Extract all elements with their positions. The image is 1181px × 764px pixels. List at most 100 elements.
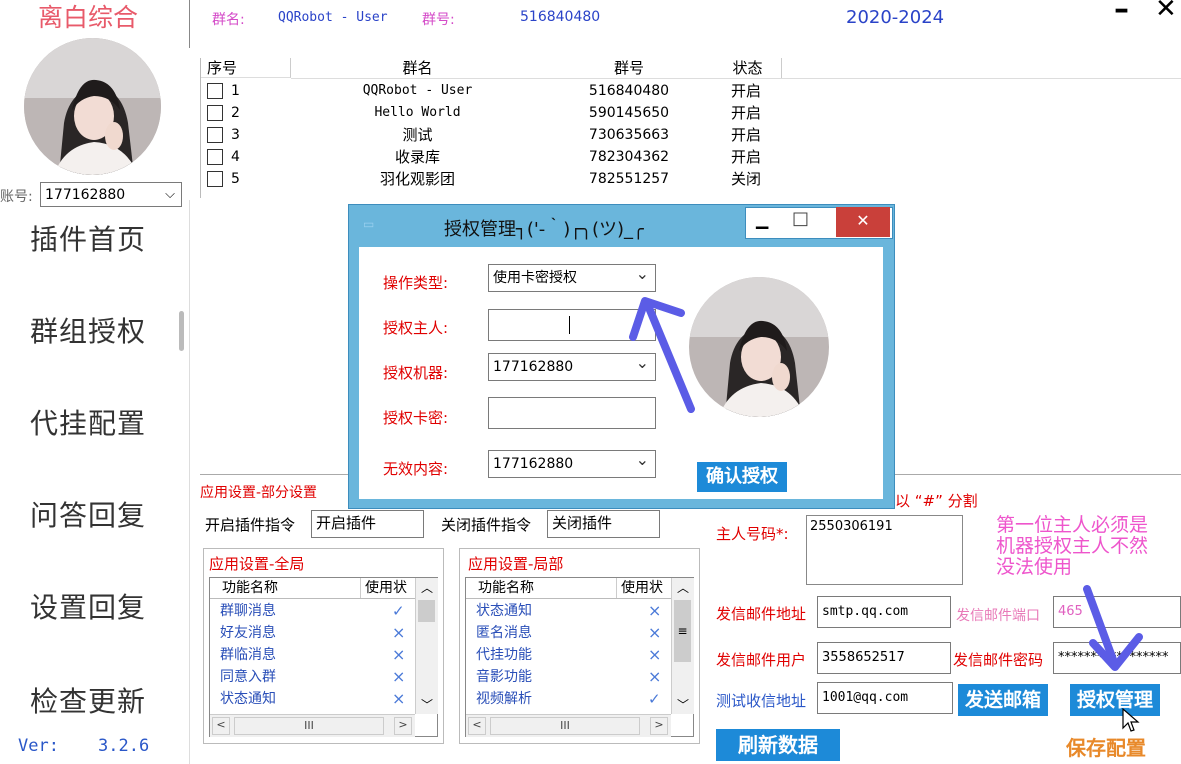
- scroll-thumb-h[interactable]: III: [490, 717, 640, 735]
- list-item[interactable]: 同意入群 ×: [220, 666, 410, 688]
- row-index: 4: [231, 149, 240, 165]
- sender-user-label: 发信邮件用户: [716, 651, 807, 669]
- list-item[interactable]: 匿名消息 ×: [476, 622, 666, 644]
- sender-address-input[interactable]: smtp.qq.com: [817, 596, 951, 628]
- nav-group-auth[interactable]: 群组授权: [30, 310, 180, 350]
- list-item-name: 代挂功能: [476, 647, 532, 663]
- close-button[interactable]: ✕: [1155, 0, 1177, 24]
- test-address-label: 测试收信地址: [716, 692, 807, 710]
- text-caret: [569, 316, 570, 334]
- nav-check-update[interactable]: 检查更新: [30, 680, 180, 720]
- list-item[interactable]: 群聊消息 ✓: [220, 600, 410, 622]
- enable-cmd-input[interactable]: 开启插件: [311, 510, 424, 538]
- auth-card-label: 授权卡密:: [383, 409, 449, 427]
- list-item[interactable]: 状态通知 ×: [476, 600, 666, 622]
- list-item[interactable]: 音影功能 ×: [476, 666, 666, 688]
- mouse-cursor-icon: [1121, 707, 1141, 732]
- chevron-down-icon[interactable]: ﹀: [677, 696, 689, 713]
- row-checkbox[interactable]: [207, 127, 223, 143]
- local-settings-list[interactable]: 功能名称 使用状 状态通知 × 匿名消息 × 代挂功能 × 音影功能 × 视频解…: [465, 577, 694, 737]
- local-settings-group: 应用设置-局部 功能名称 使用状 状态通知 × 匿名消息 × 代挂功能 × 音影…: [459, 548, 700, 744]
- table-row[interactable]: 3 测试 730635663 开启: [201, 124, 801, 146]
- global-settings-list[interactable]: 功能名称 使用状 群聊消息 ✓ 好友消息 × 群临消息 × 同意入群 × 状态通…: [209, 577, 438, 737]
- year-range: 2020-2024: [846, 7, 945, 28]
- group-table: 序号 群名 群号 状态 1 QQRobot - User 516840480 开…: [200, 58, 1181, 198]
- scroll-right-button[interactable]: >: [650, 717, 668, 735]
- minimize-button[interactable]: –: [1114, 0, 1129, 27]
- send-mail-button[interactable]: 发送邮箱: [958, 684, 1048, 716]
- chevron-down-icon[interactable]: ﹀: [421, 696, 433, 713]
- row-checkbox[interactable]: [207, 171, 223, 187]
- col-header-id[interactable]: 群号: [544, 58, 715, 79]
- disable-cmd-value: 关闭插件: [552, 514, 613, 532]
- op-type-select[interactable]: 使用卡密授权: [488, 261, 656, 292]
- horizontal-scrollbar[interactable]: < III >: [210, 714, 415, 737]
- list-item[interactable]: 状态通知 ×: [220, 688, 410, 710]
- nav-plugin-home[interactable]: 插件首页: [30, 218, 180, 258]
- table-row[interactable]: 2 Hello World 590145650 开启: [201, 102, 801, 124]
- nav-qa-reply[interactable]: 问答回复: [30, 494, 180, 534]
- list-item[interactable]: 代挂功能 ×: [476, 644, 666, 666]
- owner-number-label: 主人号码*:: [716, 525, 789, 543]
- list-item-name: 状态通知: [220, 691, 276, 707]
- owner-number-textarea[interactable]: 2550306191: [806, 515, 963, 585]
- sender-user-input[interactable]: 3558652517: [817, 642, 951, 674]
- scroll-thumb[interactable]: ≡: [674, 600, 691, 662]
- cross-icon: ×: [648, 645, 662, 664]
- account-select[interactable]: 177162880 ⌵: [40, 182, 182, 207]
- split-hint: 以 “#” 分割: [895, 492, 978, 510]
- scroll-thumb-h[interactable]: III: [234, 717, 384, 735]
- auth-robot-value: 177162880: [493, 359, 574, 375]
- row-checkbox[interactable]: [207, 149, 223, 165]
- confirm-auth-button[interactable]: 确认授权: [697, 462, 787, 492]
- dialog-minimize-button[interactable]: ▁: [756, 210, 768, 229]
- avatar-image: [24, 38, 161, 175]
- list-item[interactable]: 群临消息 ×: [220, 644, 410, 666]
- dialog-close-button[interactable]: ✕: [836, 207, 890, 237]
- table-row[interactable]: 5 羽化观影团 782551257 关闭: [201, 168, 801, 190]
- scroll-thumb[interactable]: [418, 600, 435, 622]
- nav-settings-reply[interactable]: 设置回复: [30, 586, 180, 626]
- table-row[interactable]: 4 收录库 782304362 开启: [201, 146, 801, 168]
- row-status: 开启: [731, 82, 762, 100]
- row-status: 开启: [731, 126, 762, 144]
- scroll-left-button[interactable]: <: [212, 717, 230, 735]
- row-group-id: 730635663: [588, 127, 670, 143]
- cross-icon: ×: [648, 601, 662, 620]
- row-checkbox[interactable]: [207, 105, 223, 121]
- test-address-input[interactable]: 1001@qq.com: [817, 682, 953, 714]
- sender-user-value: 3558652517: [822, 650, 905, 665]
- owner-note: 第一位主人必须是机器授权主人不然没法使用: [996, 514, 1149, 578]
- vertical-scrollbar[interactable]: ︿ ≡ ﹀: [671, 578, 694, 714]
- cross-icon: ×: [392, 645, 406, 664]
- auth-manage-button[interactable]: 授权管理: [1070, 684, 1160, 716]
- list-item-name: 群聊消息: [220, 603, 276, 619]
- group-name-value: QQRobot - User: [278, 10, 388, 25]
- local-list-header: 功能名称 使用状: [466, 578, 671, 599]
- table-row[interactable]: 1 QQRobot - User 516840480 开启: [201, 80, 801, 102]
- op-type-value: 使用卡密授权: [493, 270, 577, 286]
- chevron-up-icon[interactable]: ︿: [421, 579, 433, 596]
- col-use-status: 使用状: [360, 578, 407, 598]
- save-config-button[interactable]: 保存配置: [1066, 732, 1146, 761]
- invalid-content-select[interactable]: 177162880: [488, 447, 656, 478]
- account-label: 账号:: [0, 189, 33, 205]
- group-id-value: 516840480: [520, 9, 601, 25]
- scroll-right-button[interactable]: >: [394, 717, 412, 735]
- row-group-id: 590145650: [588, 105, 670, 121]
- scroll-left-button[interactable]: <: [468, 717, 486, 735]
- refresh-data-button[interactable]: 刷新数据: [716, 729, 840, 761]
- list-item[interactable]: 视频解析 ✓: [476, 688, 666, 710]
- chevron-up-icon[interactable]: ︿: [677, 579, 689, 596]
- nav-proxy-config[interactable]: 代挂配置: [30, 402, 180, 442]
- col-header-index[interactable]: 序号: [201, 58, 291, 78]
- horizontal-scrollbar[interactable]: < III >: [466, 714, 671, 737]
- cross-icon: ×: [648, 623, 662, 642]
- list-item[interactable]: 好友消息 ×: [220, 622, 410, 644]
- row-checkbox[interactable]: [207, 83, 223, 99]
- vertical-scrollbar[interactable]: ︿ ﹀: [415, 578, 438, 714]
- col-header-name[interactable]: 群名: [291, 58, 545, 79]
- dialog-maximize-button[interactable]: □: [792, 208, 809, 229]
- disable-cmd-input[interactable]: 关闭插件: [547, 510, 660, 538]
- col-header-status[interactable]: 状态: [714, 58, 782, 79]
